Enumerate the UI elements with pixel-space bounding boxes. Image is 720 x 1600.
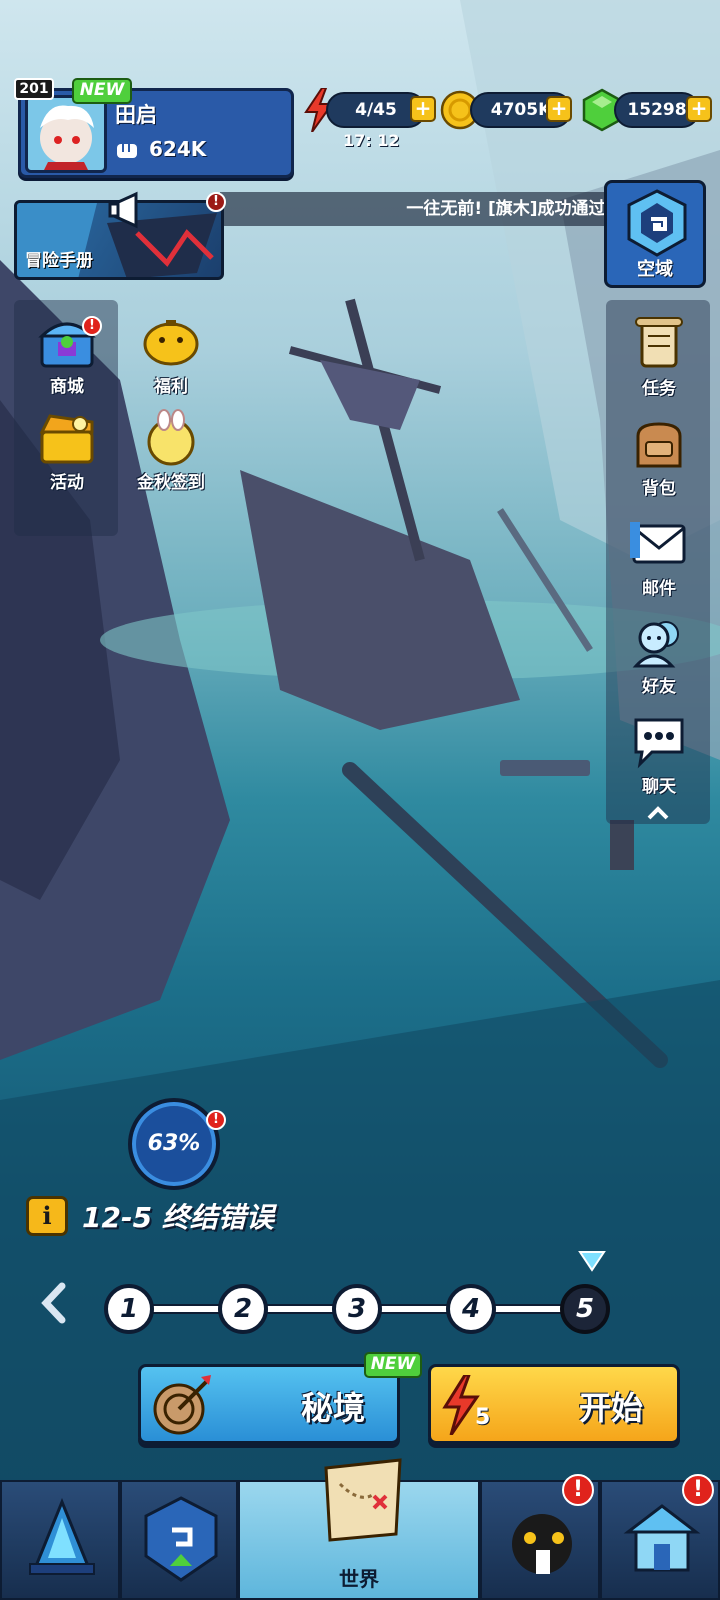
shop-alert-badge: !: [82, 316, 102, 336]
nav-world-label: 世界: [339, 1567, 379, 1591]
chapter-progress-ring[interactable]: 63%: [128, 1098, 220, 1190]
announcement-marquee[interactable]: 一往无前! [旗木]成功通过.: [220, 192, 620, 226]
menu-friends[interactable]: 好友: [614, 612, 704, 697]
tasks-label: 任务: [642, 379, 676, 399]
gem-value: 15298: [627, 100, 687, 120]
megaphone-icon: [108, 191, 138, 229]
stage-info-button[interactable]: i: [26, 1196, 68, 1236]
treasure-map-icon: [324, 1458, 402, 1542]
chat-icon: [634, 718, 684, 769]
hero-character-icon: [512, 1514, 572, 1574]
handbook-label: 冒险手册: [25, 251, 93, 271]
chapter-node-5[interactable]: 5: [560, 1284, 610, 1334]
marquee-text: 一往无前! [旗木]成功通过.: [406, 199, 612, 219]
progress-alert-badge: !: [206, 1110, 226, 1130]
shop-label: 商城: [50, 377, 84, 397]
guild-alert-badge: !: [682, 1474, 714, 1506]
energy-timer: 17: 12: [343, 131, 400, 150]
handbook-alert-badge: !: [206, 192, 226, 212]
current-node-marker-icon: [578, 1251, 606, 1272]
bag-icon: [636, 422, 682, 468]
nav-tab-world[interactable]: 世界: [238, 1458, 480, 1600]
airspace-button[interactable]: 空域: [604, 180, 706, 288]
menu-backpack[interactable]: 背包: [614, 414, 704, 499]
secret-realm-label: 秘境: [301, 1389, 366, 1427]
scroll-icon: [635, 317, 683, 368]
friends-label: 好友: [642, 677, 676, 697]
add-gold-button[interactable]: +: [546, 96, 572, 122]
add-energy-button[interactable]: +: [410, 96, 436, 122]
add-gems-button[interactable]: +: [686, 96, 712, 122]
energy-value: 4/45: [355, 100, 397, 120]
stage-title: 12-5 终结错误: [82, 1201, 274, 1234]
airspace-emblem-icon: [627, 189, 687, 257]
player-level-badge: 201: [14, 78, 54, 100]
event-chest-icon: [39, 414, 94, 464]
start-battle-button[interactable]: 5 开始: [428, 1364, 680, 1444]
secret-realm-new-tag: NEW: [364, 1352, 422, 1378]
chevron-left-icon[interactable]: [38, 1282, 68, 1324]
fist-icon: [117, 144, 137, 158]
heroes-alert-badge: !: [562, 1474, 594, 1506]
power-value: 624K: [149, 137, 207, 161]
menu-mail[interactable]: 邮件: [614, 514, 704, 599]
chapter-node-2[interactable]: 2: [218, 1284, 268, 1334]
autumn-checkin-icon: [147, 409, 195, 466]
start-energy-cost: 5: [475, 1405, 491, 1430]
guild-house-icon: [623, 1504, 701, 1572]
chapter-node-1[interactable]: 1: [104, 1284, 154, 1334]
menu-events[interactable]: 活动: [22, 408, 112, 493]
menu-welfare[interactable]: 福利: [126, 312, 216, 397]
events-label: 活动: [50, 473, 84, 493]
autumn-checkin-label: 金秋签到: [137, 473, 205, 493]
friends-icon: [632, 621, 679, 668]
menu-autumn-checkin[interactable]: 金秋签到: [126, 408, 216, 493]
start-label: 开始: [579, 1389, 644, 1427]
welfare-pig-icon: [143, 320, 199, 366]
chapter-node-3[interactable]: 3: [332, 1284, 382, 1334]
menu-chat[interactable]: 聊天: [614, 712, 704, 797]
nav-tab-upgrade[interactable]: [120, 1480, 238, 1600]
backpack-label: 背包: [642, 479, 676, 499]
stage-info-row: i 12-5 终结错误: [26, 1196, 274, 1236]
airspace-label: 空域: [637, 259, 673, 280]
avatar[interactable]: [25, 95, 107, 173]
collapse-chevron-up-icon[interactable]: [646, 806, 670, 820]
combat-power: 624K: [115, 137, 206, 161]
upgrade-shield-icon: [144, 1496, 218, 1582]
mail-label: 邮件: [642, 579, 676, 599]
hero-portrait-icon: [40, 105, 94, 170]
chapter-node-4[interactable]: 4: [446, 1284, 496, 1334]
new-tag: NEW: [72, 78, 132, 104]
gold-value: 4705K: [490, 100, 552, 120]
chat-label: 聊天: [642, 777, 676, 797]
target-dart-icon: [153, 1375, 211, 1435]
chapter-node-track: 1 2 3 4 5: [100, 1280, 620, 1340]
menu-tasks[interactable]: 任务: [614, 314, 704, 399]
secret-realm-button[interactable]: 秘境: [138, 1364, 400, 1444]
player-card[interactable]: 田启 624K: [18, 88, 294, 178]
nav-tab-tower[interactable]: [0, 1480, 120, 1600]
crystal-tower-icon: [29, 1498, 95, 1575]
bottom-navigation: 世界 ! !: [0, 1458, 720, 1600]
mail-icon: [630, 522, 686, 564]
progress-percent: 63%: [147, 1131, 201, 1156]
welfare-label: 福利: [154, 377, 188, 397]
